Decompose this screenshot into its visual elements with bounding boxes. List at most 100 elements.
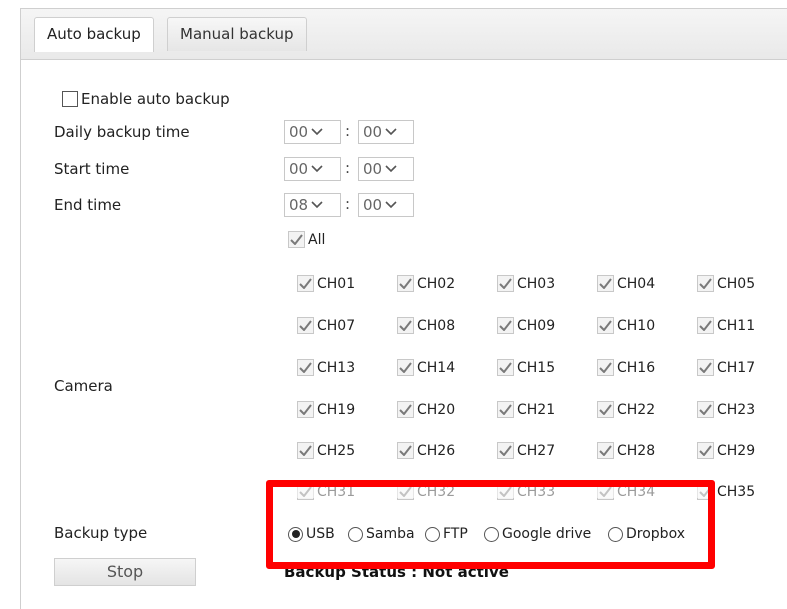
channel-checkbox-ch25[interactable]: CH25: [297, 442, 355, 459]
checkmark-icon: [397, 401, 414, 418]
end-minute-select[interactable]: 00: [358, 193, 414, 217]
channel-label: CH25: [317, 442, 356, 459]
channel-checkbox-ch10[interactable]: CH10: [597, 317, 655, 334]
scroll-fade: [272, 480, 709, 498]
channel-checkbox-ch21[interactable]: CH21: [497, 401, 555, 418]
channel-label: CH09: [517, 317, 556, 334]
checkmark-icon: [497, 359, 514, 376]
channel-label: CH08: [417, 317, 456, 334]
checkmark-icon: [697, 359, 714, 376]
checkmark-icon: [297, 359, 314, 376]
checkmark-icon: [297, 317, 314, 334]
channel-label: CH27: [517, 442, 556, 459]
channel-checkbox-ch11[interactable]: CH11: [697, 317, 755, 334]
channel-checkbox-ch27[interactable]: CH27: [497, 442, 555, 459]
checkmark-icon: [697, 442, 714, 459]
backup-status: Backup Status : Not active: [284, 563, 509, 581]
checkmark-icon: [597, 359, 614, 376]
backup-type-radio-usb[interactable]: USB: [288, 526, 335, 542]
channel-label: CH02: [417, 275, 456, 292]
all-label: All: [308, 231, 326, 248]
backup-type-radio-dropbox[interactable]: Dropbox: [608, 526, 685, 542]
channel-label: CH15: [517, 359, 556, 376]
end-hour-select[interactable]: 08: [284, 193, 341, 217]
channel-checkbox-ch23[interactable]: CH23: [697, 401, 755, 418]
channel-checkbox-ch02[interactable]: CH02: [397, 275, 455, 292]
channel-label: CH04: [617, 275, 656, 292]
checkmark-icon: [297, 275, 314, 292]
channel-checkbox-ch17[interactable]: CH17: [697, 359, 755, 376]
channel-checkbox-ch20[interactable]: CH20: [397, 401, 455, 418]
radio-label: USB: [306, 526, 335, 542]
channel-label: CH14: [417, 359, 456, 376]
chevron-down-icon: [311, 128, 323, 136]
checkmark-icon: [697, 275, 714, 292]
checkmark-icon: [288, 231, 305, 248]
checkmark-icon: [397, 442, 414, 459]
channel-checkbox-ch14[interactable]: CH14: [397, 359, 455, 376]
checkmark-icon: [597, 401, 614, 418]
channel-checkbox-ch29[interactable]: CH29: [697, 442, 755, 459]
enable-auto-backup-label: Enable auto backup: [81, 90, 230, 108]
channel-checkbox-ch04[interactable]: CH04: [597, 275, 655, 292]
channel-label: CH01: [317, 275, 356, 292]
radio-icon: [348, 526, 363, 542]
radio-label: Google drive: [502, 526, 592, 542]
channel-checkbox-ch22[interactable]: CH22: [597, 401, 655, 418]
channel-label: CH05: [717, 275, 756, 292]
backup-type-radio-ftp[interactable]: FTP: [425, 526, 468, 542]
chevron-down-icon: [385, 128, 397, 136]
start-minute-select[interactable]: 00: [358, 157, 414, 181]
channel-label: CH16: [617, 359, 656, 376]
channel-label: CH13: [317, 359, 356, 376]
checkmark-icon: [397, 275, 414, 292]
time-separator: :: [345, 122, 351, 140]
enable-auto-backup-checkbox[interactable]: [62, 91, 78, 107]
channel-checkbox-ch09[interactable]: CH09: [497, 317, 555, 334]
checkmark-icon: [497, 442, 514, 459]
channel-label: CH28: [617, 442, 656, 459]
time-separator: :: [345, 159, 351, 177]
radio-label: Dropbox: [626, 526, 685, 542]
channel-checkbox-ch07[interactable]: CH07: [297, 317, 355, 334]
channel-label: CH11: [717, 317, 756, 334]
tab-auto-backup[interactable]: Auto backup: [34, 17, 154, 52]
channel-label: CH10: [617, 317, 656, 334]
channel-checkbox-ch16[interactable]: CH16: [597, 359, 655, 376]
daily-hour-value: 00: [289, 123, 309, 141]
channel-label: CH21: [517, 401, 556, 418]
stop-button[interactable]: Stop: [54, 558, 196, 586]
all-channels-checkbox[interactable]: All: [288, 231, 325, 248]
channel-checkbox-ch19[interactable]: CH19: [297, 401, 355, 418]
channel-checkbox-ch13[interactable]: CH13: [297, 359, 355, 376]
backup-type-radio-google-drive[interactable]: Google drive: [484, 526, 591, 542]
radio-icon: [484, 526, 499, 542]
channel-label: CH29: [717, 442, 756, 459]
channel-checkbox-ch15[interactable]: CH15: [497, 359, 555, 376]
chevron-down-icon: [385, 165, 397, 173]
channel-checkbox-ch05[interactable]: CH05: [697, 275, 755, 292]
channel-label: CH20: [417, 401, 456, 418]
channel-checkbox-ch26[interactable]: CH26: [397, 442, 455, 459]
backup-type-radio-samba[interactable]: Samba: [348, 526, 415, 542]
checkmark-icon: [497, 401, 514, 418]
backup-type-label: Backup type: [54, 524, 148, 542]
radio-icon: [288, 526, 303, 542]
start-time-label: Start time: [54, 160, 130, 178]
daily-hour-select[interactable]: 00: [284, 120, 341, 144]
channel-checkbox-ch28[interactable]: CH28: [597, 442, 655, 459]
tab-manual-backup[interactable]: Manual backup: [167, 17, 307, 51]
daily-minute-select[interactable]: 00: [358, 120, 414, 144]
channel-checkbox-ch08[interactable]: CH08: [397, 317, 455, 334]
chevron-down-icon: [385, 201, 397, 209]
start-minute-value: 00: [363, 160, 383, 178]
start-hour-select[interactable]: 00: [284, 157, 341, 181]
checkmark-icon: [497, 275, 514, 292]
end-hour-value: 08: [289, 196, 309, 214]
channel-label: CH23: [717, 401, 756, 418]
checkmark-icon: [297, 442, 314, 459]
radio-label: Samba: [366, 526, 415, 542]
channel-checkbox-ch01[interactable]: CH01: [297, 275, 355, 292]
checkmark-icon: [497, 317, 514, 334]
channel-checkbox-ch03[interactable]: CH03: [497, 275, 555, 292]
